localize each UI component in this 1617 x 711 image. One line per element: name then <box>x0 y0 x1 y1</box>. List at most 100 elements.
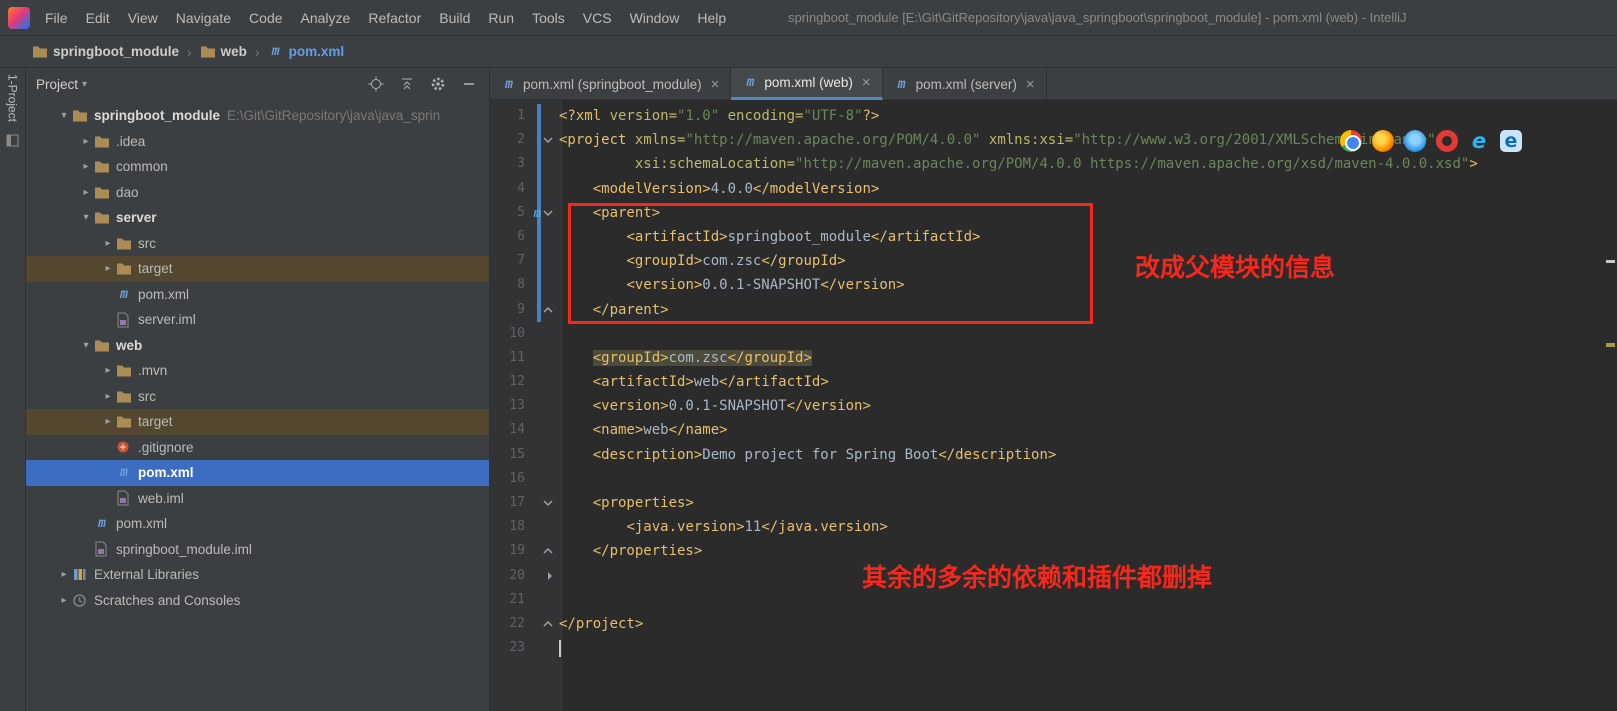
firefox-icon[interactable] <box>1372 130 1394 152</box>
fold-down-icon[interactable] <box>543 500 553 507</box>
tree-item-.gitignore[interactable]: .gitignore <box>26 435 489 461</box>
breadcrumb-item-web[interactable]: web <box>200 44 247 59</box>
menu-item-navigate[interactable]: Navigate <box>167 2 240 34</box>
tree-label: pom.xml <box>138 286 190 302</box>
breadcrumb-item-pom.xml[interactable]: m pom.xml <box>268 44 344 60</box>
tree-expand-arrow[interactable]: ▸ <box>78 161 94 172</box>
project-view-selector[interactable]: Project ▾ <box>36 77 87 92</box>
tree-item-server[interactable]: ▾ server <box>26 205 489 231</box>
code-line[interactable]: 15 <description>Demo project for Spring … <box>490 443 1603 467</box>
fold-up-icon[interactable] <box>543 306 553 313</box>
tree-item-common[interactable]: ▸ common <box>26 154 489 180</box>
code-line[interactable]: 23 <box>490 636 1603 660</box>
close-tab-icon[interactable]: × <box>862 74 871 91</box>
menu-item-window[interactable]: Window <box>621 2 689 34</box>
code-line[interactable]: 1 <?xml version="1.0" encoding="UTF-8"?> <box>490 104 1603 128</box>
tree-item-.idea[interactable]: ▸ .idea <box>26 129 489 155</box>
menu-item-analyze[interactable]: Analyze <box>292 2 360 34</box>
tree-item-.mvn[interactable]: ▸ .mvn <box>26 358 489 384</box>
tree-collapse-arrow[interactable]: ▾ <box>56 110 72 121</box>
tree-item-pom.xml[interactable]: m pom.xml <box>26 460 489 486</box>
code-token: "UTF-8" <box>803 108 863 124</box>
editor-tab[interactable]: m pom.xml (web) × <box>731 68 883 100</box>
tree-expand-arrow[interactable]: ▸ <box>56 569 72 580</box>
editor-tab[interactable]: m pom.xml (springboot_module) × <box>490 68 732 100</box>
tree-expand-arrow[interactable]: ▸ <box>78 187 94 198</box>
menu-item-run[interactable]: Run <box>479 2 523 34</box>
ie-icon[interactable]: e <box>1468 129 1490 153</box>
tree-collapse-arrow[interactable]: ▾ <box>78 340 94 351</box>
fold-down-icon[interactable] <box>543 210 553 216</box>
fold-right-icon[interactable] <box>547 571 553 581</box>
menu-item-refactor[interactable]: Refactor <box>359 2 430 34</box>
tree-item-pom.xml[interactable]: m pom.xml <box>26 282 489 308</box>
opera-icon[interactable] <box>1436 130 1458 152</box>
tree-expand-arrow[interactable]: ▸ <box>100 416 116 427</box>
tree-expand-arrow[interactable]: ▸ <box>78 136 94 147</box>
folder-icon <box>73 110 87 122</box>
breadcrumb-item-springboot_module[interactable]: springboot_module <box>32 44 179 59</box>
tree-item-web.iml[interactable]: web.iml <box>26 486 489 512</box>
tree-expand-arrow[interactable]: ▸ <box>100 391 116 402</box>
menu-item-help[interactable]: Help <box>688 2 735 34</box>
fold-up-icon[interactable] <box>543 621 553 627</box>
code-line[interactable]: 16 <box>490 467 1603 491</box>
editor-tab[interactable]: m pom.xml (server) × <box>883 68 1047 100</box>
hide-panel-button[interactable] <box>461 76 477 92</box>
code-line[interactable]: 10 <box>490 322 1603 346</box>
close-tab-icon[interactable]: × <box>1026 76 1035 93</box>
menu-item-view[interactable]: View <box>119 2 167 34</box>
tree-item-web[interactable]: ▾ web <box>26 333 489 359</box>
tree-item-pom.xml[interactable]: m pom.xml <box>26 511 489 537</box>
menu-item-tools[interactable]: Tools <box>523 2 574 34</box>
tree-item-src[interactable]: ▸ src <box>26 231 489 257</box>
code-line[interactable]: 4 <modelVersion>4.0.0</modelVersion> <box>490 177 1603 201</box>
code-line[interactable]: 17 <properties> <box>490 491 1603 515</box>
project-stripe-tab[interactable]: 1-Project <box>6 74 20 122</box>
tree-item-src[interactable]: ▸ src <box>26 384 489 410</box>
menu-item-vcs[interactable]: VCS <box>574 2 621 34</box>
fold-up-icon[interactable] <box>543 548 553 554</box>
tree-expand-arrow[interactable]: ▸ <box>56 595 72 606</box>
code-line[interactable]: 11 <groupId>com.zsc</groupId> <box>490 346 1603 370</box>
close-tab-icon[interactable]: × <box>711 76 720 93</box>
locate-file-button[interactable] <box>368 76 384 92</box>
maven-gutter-icon[interactable]: m <box>534 206 541 220</box>
tree-item-target[interactable]: ▸ target <box>26 409 489 435</box>
tree-label: web <box>116 337 143 353</box>
maven-icon: m <box>98 516 106 532</box>
gear-icon[interactable] <box>430 76 446 92</box>
menu-item-code[interactable]: Code <box>240 2 291 34</box>
code-line[interactable]: 12 <artifactId>web</artifactId> <box>490 370 1603 394</box>
editor-scrollbar[interactable] <box>1603 100 1617 711</box>
tree-item-target[interactable]: ▸ target <box>26 256 489 282</box>
tree-item-springboot_module.iml[interactable]: springboot_module.iml <box>26 537 489 563</box>
editor-body[interactable]: 1 <?xml version="1.0" encoding="UTF-8"?> 2… <box>490 100 1617 711</box>
fold-down-icon[interactable] <box>543 137 553 144</box>
menu-item-build[interactable]: Build <box>430 2 479 34</box>
safari-icon[interactable] <box>1404 130 1426 152</box>
menu-item-file[interactable]: File <box>36 2 77 34</box>
code-line[interactable]: 18 <java.version>11</java.version> <box>490 515 1603 539</box>
menu-item-edit[interactable]: Edit <box>77 2 119 34</box>
code-line[interactable]: 22 </project> <box>490 612 1603 636</box>
tree-expand-arrow[interactable]: ▸ <box>100 238 116 249</box>
tree-item-springboot_module[interactable]: ▾ springboot_module E:\Git\GitRepository\j… <box>26 103 489 129</box>
tab-label: pom.xml (web) <box>764 75 853 90</box>
folder-icon <box>95 187 109 199</box>
edge-icon[interactable]: e <box>1500 130 1522 152</box>
tree-item-scratches-and-consoles[interactable]: ▸ Scratches and Consoles <box>26 588 489 614</box>
tree-expand-arrow[interactable]: ▸ <box>100 365 116 376</box>
collapse-all-button[interactable] <box>399 76 415 92</box>
tree-item-dao[interactable]: ▸ dao <box>26 180 489 206</box>
chrome-icon[interactable] <box>1340 130 1362 152</box>
tree-item-external-libraries[interactable]: ▸ External Libraries <box>26 562 489 588</box>
tree-expand-arrow[interactable]: ▸ <box>100 263 116 274</box>
tree-collapse-arrow[interactable]: ▾ <box>78 212 94 223</box>
code-line[interactable]: 3 xsi:schemaLocation="http://maven.apach… <box>490 152 1603 176</box>
code-line[interactable]: 14 <name>web</name> <box>490 418 1603 442</box>
tree-item-server.iml[interactable]: server.iml <box>26 307 489 333</box>
code-line[interactable]: 13 <version>0.0.1-SNAPSHOT</version> <box>490 394 1603 418</box>
libraries-icon <box>74 569 86 581</box>
